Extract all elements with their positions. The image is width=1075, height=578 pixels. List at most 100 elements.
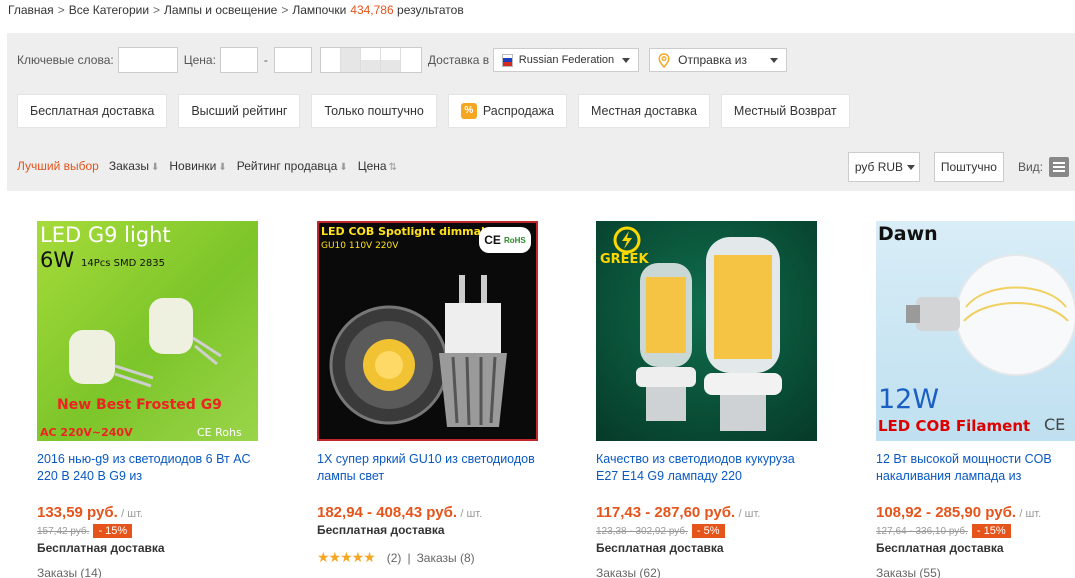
sort-orders-label: Заказы <box>108 159 149 173</box>
discount-badge: - 15% <box>93 524 133 538</box>
product-title[interactable]: Качество из светодиодов кукуруза E27 E14… <box>596 451 816 485</box>
rohs-mark: RoHS <box>503 235 526 245</box>
product-image[interactable]: GREEK <box>596 221 817 441</box>
free-shipping-filter[interactable]: Бесплатная доставка <box>17 94 168 128</box>
discount-badge: - 5% <box>691 524 725 538</box>
shipping-label: Бесплатная доставка <box>317 523 445 537</box>
chevron-down-icon <box>770 57 779 63</box>
currency-value: руб RUB <box>854 160 904 174</box>
product-image[interactable]: Dawn 12W LED COB Filament CE <box>876 221 1075 441</box>
ship-from-select[interactable]: Отправка из <box>649 48 788 72</box>
shipping-label: Бесплатная доставка <box>37 541 165 555</box>
breadcrumb-all-categories[interactable]: Все Категории <box>69 3 149 17</box>
keywords-label: Ключевые слова: <box>17 53 114 67</box>
shipping-label: Бесплатная доставка <box>596 541 724 555</box>
sort-price[interactable]: Цена ⇅ <box>358 159 397 173</box>
price-separator: - <box>263 53 268 67</box>
currency-select[interactable]: руб RUB <box>847 152 920 182</box>
results-label: результатов <box>397 3 464 17</box>
sort-price-label: Цена <box>357 159 387 173</box>
arrow-down-icon: ⬇ <box>339 162 348 173</box>
product-title[interactable]: 12 Вт высокой мощности COB накаливания л… <box>876 451 1075 485</box>
breadcrumb-separator: > <box>281 3 289 17</box>
product-card[interactable]: GREEK Качество из светодиодов кукуруза E… <box>596 221 826 578</box>
image-caption: 6W <box>40 248 75 272</box>
results-count: 434,786 <box>350 3 394 17</box>
view-controls: руб RUB Поштучно Вид: <box>847 152 1075 182</box>
orders-count[interactable]: Заказы (62) <box>596 566 661 578</box>
filter-panel: Ключевые слова: Цена: - Доставка в Russi… <box>7 33 1075 191</box>
image-caption: 14Pcs SMD 2835 <box>81 258 165 269</box>
breadcrumb-home[interactable]: Главная <box>8 3 54 17</box>
cob-filament-bulb-image <box>906 254 1075 376</box>
filter-row-search: Ключевые слова: Цена: - Доставка в Russi… <box>7 47 788 73</box>
review-count[interactable]: (2) <box>387 551 402 565</box>
sort-orders[interactable]: Заказы ⬇ <box>109 159 160 173</box>
orders-count[interactable]: Заказы (55) <box>876 566 941 578</box>
sale-percent-icon: % <box>460 103 477 119</box>
image-caption: LED COB Spotlight dimmable <box>321 225 501 238</box>
g9-bulb-image <box>69 298 222 388</box>
product-image[interactable]: LED COB Spotlight dimmable GU10 110V 220… <box>317 221 538 441</box>
price-value: 182,94 - 408,43 руб. <box>317 504 457 521</box>
orders-count[interactable]: Заказы (8) <box>417 551 475 565</box>
sort-best-match[interactable]: Лучший выбор <box>17 159 99 173</box>
price-value: 117,43 - 287,60 руб. <box>596 504 736 521</box>
keywords-input[interactable] <box>117 47 178 73</box>
sort-newest-label: Новинки <box>169 159 217 173</box>
price-min-input[interactable] <box>219 47 258 73</box>
rating-row: ★★★★★ (2) | Заказы (8) <box>317 549 475 566</box>
ship-from-value: Отправка из <box>678 53 747 67</box>
per-piece-filter[interactable]: Только поштучно <box>311 94 437 128</box>
star-rating-icon: ★★★★★ <box>317 549 376 565</box>
product-card[interactable]: Dawn 12W LED COB Filament CE 12 Вт высок… <box>876 221 1075 578</box>
sale-filter[interactable]: % Распродажа <box>447 94 567 128</box>
country-value: Russian Federation <box>518 54 615 66</box>
image-caption: New Best Frosted G9 <box>57 397 222 413</box>
local-return-filter[interactable]: Местный Возврат <box>720 94 850 128</box>
arrow-down-icon: ⬇ <box>150 162 160 173</box>
product-price: 117,43 - 287,60 руб. / шт. <box>596 504 760 521</box>
rating-separator: | <box>407 550 411 565</box>
old-price-row: 157,42 руб. - 15% <box>37 524 133 538</box>
location-pin-icon <box>658 52 670 68</box>
delivery-label: Доставка в <box>427 53 490 67</box>
breadcrumb-category[interactable]: Лампы и освещение <box>164 3 277 17</box>
product-price: 133,59 руб. / шт. <box>37 504 143 521</box>
sort-seller-rating[interactable]: Рейтинг продавца ⬇ <box>237 159 348 173</box>
image-caption: Dawn <box>878 223 938 245</box>
ce-mark: CE <box>484 233 501 247</box>
product-image[interactable]: LED G9 light 6W 14Pcs SMD 2835 New Best … <box>37 221 258 441</box>
orders-count[interactable]: Заказы (14) <box>37 566 102 578</box>
old-price-row: 127,64 - 336,10 руб. - 15% <box>876 524 1011 538</box>
product-card[interactable]: LED G9 light 6W 14Pcs SMD 2835 New Best … <box>37 221 267 578</box>
list-view-icon[interactable] <box>1049 157 1069 177</box>
old-price-row: 123,38 - 302,92 руб. - 5% <box>596 524 725 538</box>
shipping-label: Бесплатная доставка <box>876 541 1004 555</box>
top-rated-filter[interactable]: Высший рейтинг <box>178 94 301 128</box>
price-unit: / шт. <box>121 508 143 520</box>
price-unit: / шт. <box>1019 508 1042 520</box>
price-range-histogram[interactable] <box>319 47 422 73</box>
image-caption: CE Rohs <box>197 426 242 439</box>
old-price: 157,42 руб. <box>37 525 90 537</box>
product-title[interactable]: 1X супер яркий GU10 из светодиодов лампы… <box>317 451 537 485</box>
discount-badge: - 15% <box>971 524 1011 538</box>
product-card[interactable]: LED COB Spotlight dimmable GU10 110V 220… <box>317 221 547 565</box>
chevron-down-icon <box>622 57 631 63</box>
per-piece-toggle[interactable]: Поштучно <box>933 152 1004 182</box>
image-caption: LED G9 light <box>40 223 171 247</box>
sort-updown-icon: ⇅ <box>388 162 397 173</box>
image-caption: AC 220V~240V <box>40 426 133 439</box>
product-price: 108,92 - 285,90 руб. / шт. <box>876 504 1041 521</box>
breadcrumb-separator: > <box>153 3 161 17</box>
country-select[interactable]: Russian Federation <box>493 48 640 72</box>
arrow-down-icon: ⬇ <box>218 162 227 173</box>
sort-newest[interactable]: Новинки ⬇ <box>169 159 226 173</box>
local-delivery-filter[interactable]: Местная доставка <box>577 94 710 128</box>
product-title[interactable]: 2016 нью-g9 из светодиодов 6 Вт AC 220 В… <box>37 451 257 485</box>
breadcrumb-current: Лампочки <box>292 3 347 17</box>
price-max-input[interactable] <box>273 47 312 73</box>
gu10-spotlight-image <box>329 275 507 427</box>
price-unit: / шт. <box>738 508 761 520</box>
